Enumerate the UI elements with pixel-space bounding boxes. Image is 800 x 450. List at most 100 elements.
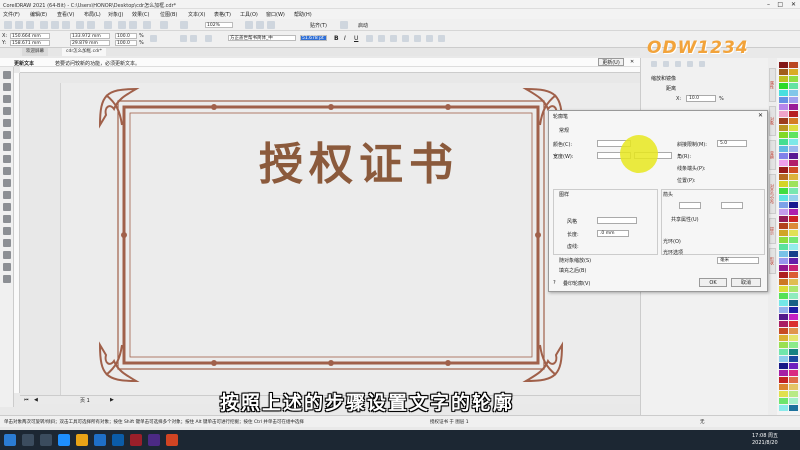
palette-swatch[interactable] bbox=[789, 230, 798, 236]
tab-welcome[interactable]: 欢迎屏幕 bbox=[22, 48, 48, 56]
zoom-tool-icon[interactable] bbox=[3, 107, 11, 115]
length-field[interactable]: .0 mm bbox=[597, 230, 629, 237]
palette-swatch[interactable] bbox=[779, 90, 788, 96]
tab-properties[interactable]: 属性 bbox=[769, 68, 776, 102]
palette-swatch[interactable] bbox=[789, 174, 798, 180]
rulers-icon[interactable] bbox=[267, 21, 275, 29]
palette-swatch[interactable] bbox=[789, 293, 798, 299]
palette-swatch[interactable] bbox=[789, 209, 798, 215]
dialog-close-icon[interactable]: ✕ bbox=[758, 112, 763, 119]
palette-swatch[interactable] bbox=[789, 181, 798, 187]
palette-swatch[interactable] bbox=[779, 104, 788, 110]
palette-swatch[interactable] bbox=[789, 62, 798, 68]
palette-swatch[interactable] bbox=[789, 153, 798, 159]
dropcap-icon[interactable] bbox=[390, 35, 397, 42]
horizontal-text-icon[interactable] bbox=[426, 35, 433, 42]
palette-swatch[interactable] bbox=[789, 167, 798, 173]
palette-swatch[interactable] bbox=[789, 377, 798, 383]
palette-swatch[interactable] bbox=[779, 321, 788, 327]
palette-swatch[interactable] bbox=[779, 125, 788, 131]
tab-objects[interactable]: 对象 bbox=[769, 106, 776, 136]
redo-icon[interactable] bbox=[87, 21, 95, 29]
edit-text-icon[interactable] bbox=[414, 35, 421, 42]
palette-swatch[interactable] bbox=[779, 300, 788, 306]
font-size-field[interactable]: 51.678 pt bbox=[300, 35, 327, 41]
height-field[interactable]: 29.879 mm bbox=[70, 40, 110, 46]
start-arrow-select[interactable] bbox=[679, 202, 701, 209]
import-icon[interactable] bbox=[118, 21, 126, 29]
menu-layout[interactable]: 布局(L) bbox=[84, 11, 101, 18]
premiere-icon[interactable] bbox=[148, 434, 160, 446]
halo-checkbox[interactable]: 光环(O) bbox=[663, 238, 681, 245]
connector-tool-icon[interactable] bbox=[3, 203, 11, 211]
lock-ratio-icon[interactable] bbox=[150, 35, 157, 42]
smart-fill-icon[interactable] bbox=[3, 263, 11, 271]
palette-swatches[interactable] bbox=[777, 58, 800, 415]
tab-hints[interactable]: 提示 bbox=[769, 218, 776, 244]
interactive-fill-icon[interactable] bbox=[3, 251, 11, 259]
palette-swatch[interactable] bbox=[779, 216, 788, 222]
x-position-field[interactable]: 150.664 mm bbox=[10, 33, 50, 39]
menu-window[interactable]: 窗口(W) bbox=[266, 11, 285, 18]
palette-swatch[interactable] bbox=[789, 244, 798, 250]
certificate-title[interactable]: 授权证书 bbox=[259, 128, 459, 192]
palette-swatch[interactable] bbox=[789, 314, 798, 320]
width-field[interactable]: 133.972 mm bbox=[70, 33, 110, 39]
palette-swatch[interactable] bbox=[789, 307, 798, 313]
palette-swatch[interactable] bbox=[779, 195, 788, 201]
menu-effects[interactable]: 效果(C) bbox=[132, 11, 149, 18]
guides-icon[interactable] bbox=[245, 21, 253, 29]
palette-swatch[interactable] bbox=[789, 398, 798, 404]
rotate-icon[interactable] bbox=[663, 61, 669, 67]
palette-swatch[interactable] bbox=[779, 188, 788, 194]
app-icon[interactable] bbox=[166, 434, 178, 446]
palette-swatch[interactable] bbox=[789, 146, 798, 152]
scale-x-field[interactable]: 100.0 bbox=[115, 33, 137, 39]
scale-with-object-checkbox[interactable]: 随对象缩放(S) bbox=[559, 257, 591, 264]
ellipse-tool-icon[interactable] bbox=[3, 155, 11, 163]
palette-swatch[interactable] bbox=[779, 160, 788, 166]
windows-start-icon[interactable] bbox=[4, 434, 16, 446]
menu-view[interactable]: 查看(V) bbox=[57, 11, 74, 18]
fill-behind-checkbox[interactable]: 填充之后(B) bbox=[559, 267, 586, 274]
palette-swatch[interactable] bbox=[789, 405, 798, 411]
palette-swatch[interactable] bbox=[779, 377, 788, 383]
palette-swatch[interactable] bbox=[789, 356, 798, 362]
tab-align[interactable]: 对齐与分布 bbox=[769, 174, 776, 214]
palette-swatch[interactable] bbox=[779, 202, 788, 208]
menu-bitmaps[interactable]: 位图(B) bbox=[160, 11, 177, 18]
distance-radio[interactable]: 距离 bbox=[666, 85, 676, 92]
palette-swatch[interactable] bbox=[789, 125, 798, 131]
palette-swatch[interactable] bbox=[789, 328, 798, 334]
palette-swatch[interactable] bbox=[789, 132, 798, 138]
minimize-icon[interactable]: – bbox=[767, 1, 770, 8]
palette-swatch[interactable] bbox=[789, 370, 798, 376]
tab-document[interactable]: cdr怎么加框.cdr* bbox=[62, 48, 107, 56]
scale-y-field[interactable]: 100.0 bbox=[115, 40, 137, 46]
palette-swatch[interactable] bbox=[779, 349, 788, 355]
palette-swatch[interactable] bbox=[779, 391, 788, 397]
unit-select[interactable]: 毫米 bbox=[717, 257, 759, 264]
palette-swatch[interactable] bbox=[779, 244, 788, 250]
palette-swatch[interactable] bbox=[789, 258, 798, 264]
palette-swatch[interactable] bbox=[779, 139, 788, 145]
bold-icon[interactable]: B bbox=[334, 35, 339, 42]
tab-shape[interactable]: 形状 bbox=[769, 248, 776, 274]
freehand-tool-icon[interactable] bbox=[3, 119, 11, 127]
eyedropper-icon[interactable] bbox=[3, 239, 11, 247]
menu-file[interactable]: 文件(F) bbox=[3, 11, 20, 18]
mirror-h-icon[interactable] bbox=[180, 35, 187, 42]
coreldraw-icon[interactable] bbox=[130, 434, 142, 446]
word-icon[interactable] bbox=[94, 434, 106, 446]
overprint-outline-checkbox[interactable]: 叠印轮廓(V) bbox=[563, 280, 590, 287]
miter-limit-field[interactable]: 5.0 bbox=[717, 140, 747, 147]
new-icon[interactable] bbox=[4, 21, 12, 29]
transparency-icon[interactable] bbox=[3, 227, 11, 235]
palette-swatch[interactable] bbox=[779, 384, 788, 390]
palette-swatch[interactable] bbox=[789, 118, 798, 124]
palette-swatch[interactable] bbox=[789, 195, 798, 201]
zoom-icon[interactable] bbox=[180, 21, 188, 29]
palette-swatch[interactable] bbox=[779, 363, 788, 369]
pick-tool-icon[interactable] bbox=[3, 71, 11, 79]
palette-swatch[interactable] bbox=[779, 328, 788, 334]
